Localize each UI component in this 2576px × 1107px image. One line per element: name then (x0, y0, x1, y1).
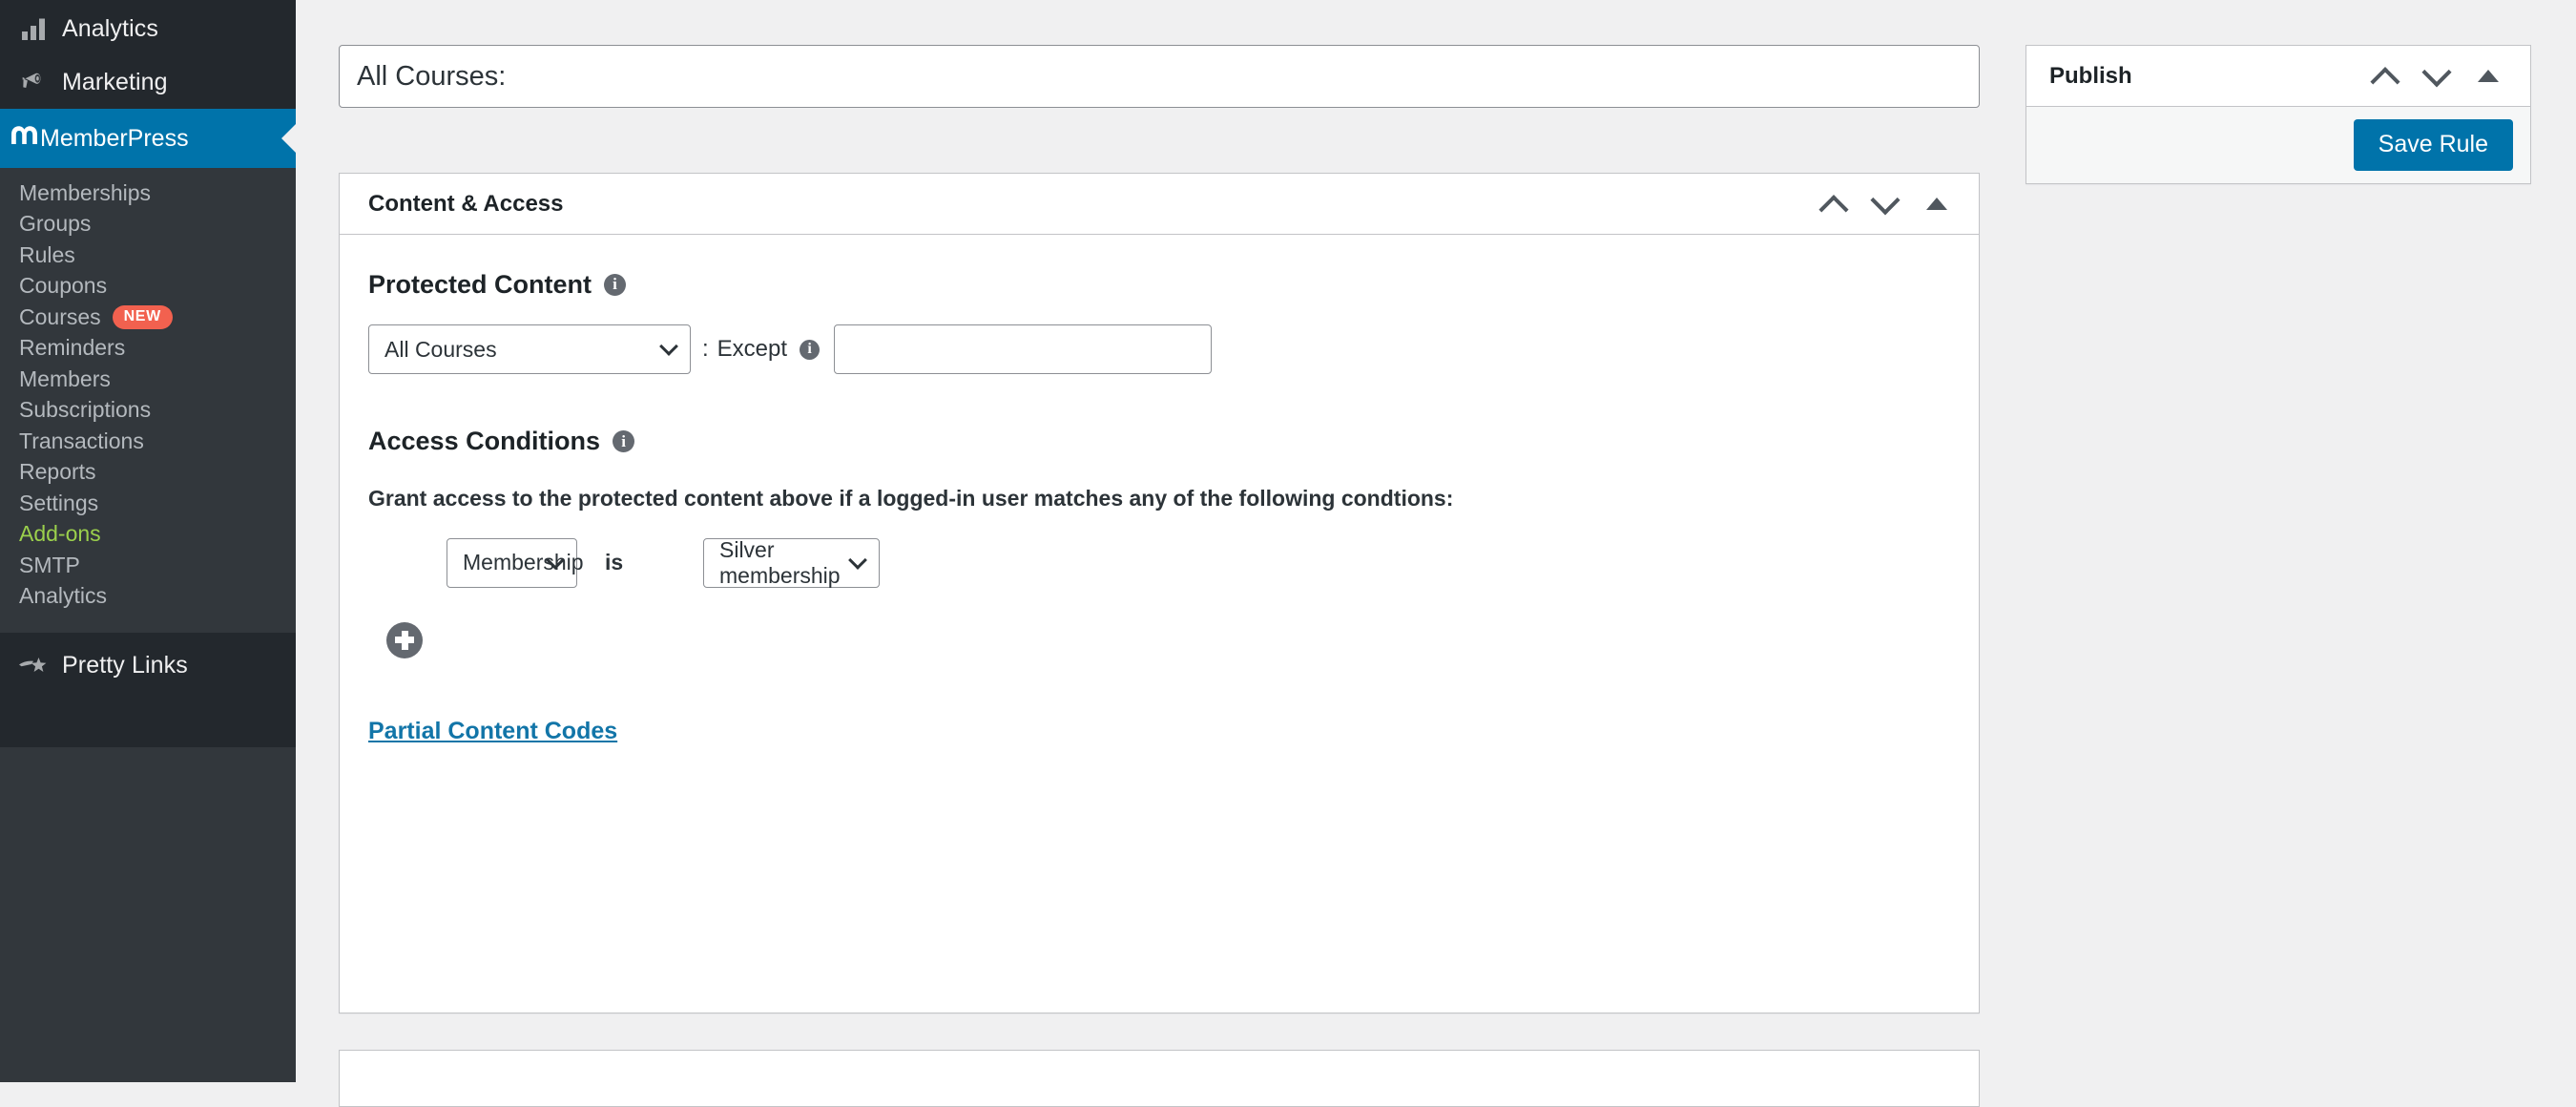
sidebar-item-courses[interactable]: Courses NEW (0, 302, 296, 333)
chevron-down-icon (1870, 185, 1900, 215)
panel-handle-actions (1809, 179, 1962, 229)
sidebar-item-label: Groups (19, 211, 91, 237)
sidebar-item-label: Transactions (19, 428, 144, 454)
sidebar-item-label: Rules (19, 242, 75, 268)
sidebar-item-members[interactable]: Members (0, 364, 296, 395)
protected-content-type-select[interactable]: All Courses (368, 324, 691, 374)
chevron-up-icon (1818, 195, 1848, 224)
except-input[interactable] (834, 324, 1212, 374)
sidebar-item-label: Memberships (19, 180, 151, 206)
sidebar-item-label: Coupons (19, 273, 107, 299)
sidebar-item-label: Subscriptions (19, 397, 151, 423)
save-rule-button[interactable]: Save Rule (2354, 119, 2513, 171)
move-panel-down-button[interactable] (2412, 52, 2462, 101)
sidebar-item-rules[interactable]: Rules (0, 240, 296, 271)
separator-colon: : (702, 336, 709, 363)
sidebar-item-analytics-top[interactable]: Analytics (0, 2, 296, 55)
sidebar-item-add-ons[interactable]: Add-ons (0, 519, 296, 551)
move-panel-up-button[interactable] (1809, 179, 1859, 229)
sidebar-item-label: Settings (19, 491, 98, 516)
panel-handle-actions (2360, 52, 2513, 101)
sidebar-item-reminders[interactable]: Reminders (0, 333, 296, 365)
sidebar-top-group: Analytics Marketing (0, 0, 296, 109)
move-panel-down-button[interactable] (1860, 179, 1910, 229)
panel-title: Publish (2049, 63, 2360, 90)
condition-value-select[interactable]: Silver membership (703, 538, 880, 588)
sidebar-item-coupons[interactable]: Coupons (0, 271, 296, 303)
condition-operator-label: is (577, 550, 703, 575)
sidebar-item-label: Reminders (19, 335, 125, 361)
status-badge: NEW (113, 305, 173, 329)
panel-body: Protected Content i All Courses : Except… (340, 235, 1979, 774)
panel-title: Content & Access (368, 191, 1809, 218)
access-conditions-label: Access Conditions (368, 426, 600, 456)
info-icon[interactable]: i (604, 274, 626, 296)
sidebar-item-label: Members (19, 366, 111, 392)
sidebar-item-transactions[interactable]: Transactions (0, 426, 296, 457)
pretty-links-icon (10, 654, 57, 677)
except-label: Except (717, 336, 787, 363)
next-panel-partial (339, 1050, 1980, 1107)
protected-content-row: All Courses : Except i (368, 324, 1950, 374)
sidebar-item-analytics[interactable]: Analytics (0, 581, 296, 613)
sidebar-item-label: Courses (19, 304, 101, 330)
info-icon[interactable]: i (800, 340, 820, 360)
access-conditions-description: Grant access to the protected content ab… (368, 486, 1950, 512)
sidebar-submenu: Memberships Groups Rules Coupons Courses… (0, 168, 296, 619)
chevron-down-icon (2421, 57, 2451, 87)
add-condition-button[interactable] (386, 622, 423, 658)
info-icon[interactable]: i (613, 430, 634, 452)
sidebar-divider (0, 619, 296, 633)
sidebar-item-label: Analytics (57, 15, 158, 43)
toggle-panel-button[interactable] (2463, 52, 2513, 101)
content-access-panel: Content & Access Protected Content i (339, 173, 1980, 1013)
sidebar-item-reports[interactable]: Reports (0, 457, 296, 489)
publish-column: Publish Save Rule (2025, 45, 2531, 184)
protected-content-heading: Protected Content i (368, 269, 1950, 300)
sidebar-item-label: Reports (19, 459, 96, 485)
main-content-area: Content & Access Protected Content i (296, 0, 2576, 1082)
move-panel-up-button[interactable] (2360, 52, 2410, 101)
admin-sidebar: Analytics Marketing MemberPress Membersh… (0, 0, 296, 1082)
partial-content-codes-link[interactable]: Partial Content Codes (368, 718, 617, 745)
toggle-panel-button[interactable] (1912, 179, 1962, 229)
condition-value-select-wrapper: Silver membership (703, 538, 880, 588)
sidebar-item-marketing[interactable]: Marketing (0, 55, 296, 109)
sidebar-item-label: Add-ons (19, 521, 101, 547)
sidebar-item-label: MemberPress (40, 125, 189, 153)
panel-header: Publish (2026, 46, 2530, 107)
sidebar-item-label: Pretty Links (57, 652, 188, 679)
sidebar-item-label: Marketing (57, 69, 168, 96)
sidebar-item-subscriptions[interactable]: Subscriptions (0, 395, 296, 427)
publish-panel-body: Save Rule (2026, 107, 2530, 183)
access-conditions-heading: Access Conditions i (368, 426, 1950, 456)
condition-row: Membership is Silver membership (368, 538, 1950, 588)
sidebar-item-label: SMTP (19, 553, 80, 578)
sidebar-item-settings[interactable]: Settings (0, 488, 296, 519)
condition-type-select[interactable]: Membership (447, 538, 577, 588)
protected-content-label: Protected Content (368, 269, 592, 300)
panel-header: Content & Access (340, 174, 1979, 235)
sidebar-item-pretty-links[interactable]: Pretty Links (0, 638, 296, 692)
triangle-up-icon (2478, 70, 2499, 82)
sidebar-item-memberpress[interactable]: MemberPress (0, 109, 296, 168)
condition-type-select-wrapper: Membership (447, 538, 577, 588)
sidebar-bottom-group: Pretty Links (0, 633, 296, 747)
chevron-up-icon (2370, 67, 2399, 96)
post-title-wrapper (339, 45, 1980, 108)
active-menu-pointer-icon (281, 123, 297, 154)
triangle-up-icon (1926, 198, 1947, 210)
sidebar-item-memberships[interactable]: Memberships (0, 178, 296, 209)
memberpress-logo-icon (10, 123, 40, 155)
sidebar-item-groups[interactable]: Groups (0, 209, 296, 240)
bar-chart-icon (10, 14, 57, 43)
megaphone-icon (10, 67, 57, 97)
publish-panel: Publish Save Rule (2025, 45, 2531, 184)
post-title-input[interactable] (339, 45, 1980, 108)
sidebar-item-smtp[interactable]: SMTP (0, 550, 296, 581)
protected-content-type-select-wrapper: All Courses (368, 324, 691, 374)
sidebar-item-label: Analytics (19, 583, 107, 609)
